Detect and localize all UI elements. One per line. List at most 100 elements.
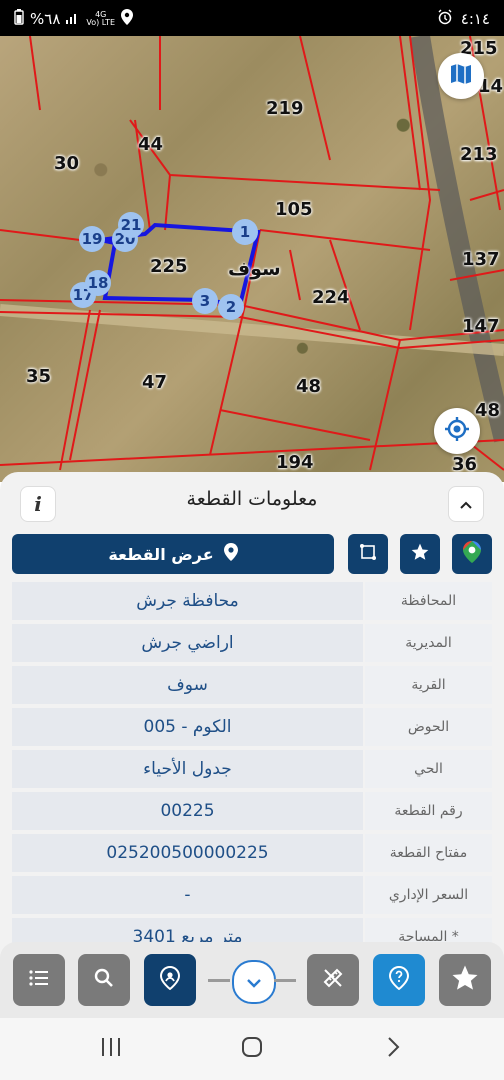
- home-button[interactable]: [237, 1036, 267, 1062]
- show-parcel-label: عرض القطعة: [108, 544, 214, 564]
- table-row: - السعر الإداري: [12, 874, 492, 916]
- vertex-marker[interactable]: 21: [118, 212, 144, 238]
- parcel-label: 213: [460, 144, 498, 165]
- show-parcel-button[interactable]: عرض القطعة: [12, 534, 334, 574]
- back-button[interactable]: [378, 1036, 408, 1062]
- handle-bar-left: [208, 979, 230, 982]
- parcel-label: 137: [462, 249, 500, 270]
- collapse-button[interactable]: [448, 486, 484, 522]
- table-row: سوف القرية: [12, 664, 492, 706]
- row-value: اراضي جرش: [12, 624, 363, 662]
- home-icon: [240, 1035, 264, 1063]
- recent-apps-button[interactable]: [96, 1036, 126, 1062]
- parcel-label: 48: [475, 400, 501, 421]
- chevron-right-icon: [385, 1036, 401, 1062]
- panel-title: معلومات القطعة: [186, 488, 318, 510]
- panel-header: i معلومات القطعة: [0, 472, 504, 530]
- system-nav-bar: [0, 1018, 504, 1080]
- row-label: مفتاح القطعة: [365, 834, 492, 872]
- row-label: المديرية: [365, 624, 492, 662]
- search-icon: [94, 968, 114, 992]
- location-search-button[interactable]: [144, 954, 196, 1006]
- chevron-up-icon: [459, 495, 473, 514]
- map-pin-icon: [223, 543, 238, 565]
- row-label: رقم القطعة: [365, 792, 492, 830]
- star-icon: [450, 963, 480, 997]
- parcel-label: 44: [138, 134, 164, 155]
- search-button[interactable]: [78, 954, 130, 1006]
- village-label: سوف: [228, 258, 281, 280]
- table-row: جدول الأحياء الحي: [12, 748, 492, 790]
- battery-icon: [14, 9, 24, 29]
- expand-toolbar-button[interactable]: [232, 960, 276, 1004]
- row-label: السعر الإداري: [365, 876, 492, 914]
- row-label: الحي: [365, 750, 492, 788]
- parcel-label: 147: [462, 316, 500, 337]
- google-maps-icon: [463, 541, 481, 567]
- vertex-marker[interactable]: 3: [192, 288, 218, 314]
- row-value: -: [12, 876, 363, 914]
- favorites-button[interactable]: [439, 954, 491, 1006]
- measure-button[interactable]: [307, 954, 359, 1006]
- status-left: %٦٨ 4G Vo) LTE: [14, 9, 134, 29]
- action-row: عرض القطعة: [12, 534, 492, 574]
- clock: ٤:١٤: [460, 10, 490, 28]
- row-value: محافظة جرش: [12, 582, 363, 620]
- location-icon: [121, 9, 134, 29]
- ruler-icon: [322, 967, 344, 993]
- parcel-label: 47: [142, 372, 168, 393]
- parcel-label: 225: [150, 256, 188, 277]
- map-layers-button[interactable]: [438, 53, 484, 99]
- help-pin-icon: [388, 965, 410, 994]
- bottom-toolbar: [0, 942, 504, 1018]
- row-value: سوف: [12, 666, 363, 704]
- parcel-label: 194: [276, 452, 314, 473]
- parcel-info-table: محافظة جرش المحافظة اراضي جرش المديرية س…: [12, 580, 492, 958]
- status-bar: %٦٨ 4G Vo) LTE ٤:١٤: [0, 0, 504, 36]
- vertex-marker[interactable]: 2: [218, 294, 244, 320]
- help-button[interactable]: [373, 954, 425, 1006]
- network-bottom: Vo) LTE: [86, 18, 116, 27]
- alarm-icon: [437, 9, 453, 29]
- handle-bar-right: [274, 979, 296, 982]
- row-value: الكوم - 005: [12, 708, 363, 746]
- my-location-icon: [444, 416, 470, 446]
- favorite-button[interactable]: [400, 534, 440, 574]
- parcel-label: 48: [296, 376, 322, 397]
- vertex-marker[interactable]: 18: [85, 270, 111, 296]
- table-row: اراضي جرش المديرية: [12, 622, 492, 664]
- row-label: الحوض: [365, 708, 492, 746]
- table-row: 025200500000225 مفتاح القطعة: [12, 832, 492, 874]
- row-label: المحافظة: [365, 582, 492, 620]
- parcel-label: 105: [275, 199, 313, 220]
- row-value: جدول الأحياء: [12, 750, 363, 788]
- list-icon: [28, 969, 50, 991]
- row-value: 025200500000225: [12, 834, 363, 872]
- info-button[interactable]: i: [20, 486, 56, 522]
- parcel-label: 224: [312, 287, 350, 308]
- table-row: 00225 رقم القطعة: [12, 790, 492, 832]
- list-button[interactable]: [13, 954, 65, 1006]
- crop-button[interactable]: [348, 534, 388, 574]
- chevron-down-icon: [246, 973, 262, 992]
- map-layers-icon: [449, 62, 473, 90]
- battery-percent: %٦٨: [30, 10, 61, 28]
- status-right: ٤:١٤: [437, 9, 490, 29]
- recent-apps-icon: [99, 1036, 123, 1062]
- my-location-button[interactable]: [434, 408, 480, 454]
- parcel-label: 35: [26, 366, 52, 387]
- network-indicator: 4G Vo) LTE: [86, 11, 115, 27]
- table-row: الكوم - 005 الحوض: [12, 706, 492, 748]
- crop-icon: [359, 543, 377, 565]
- parcel-label: 219: [266, 98, 304, 119]
- google-maps-button[interactable]: [452, 534, 492, 574]
- row-label: القرية: [365, 666, 492, 704]
- table-row: محافظة جرش المحافظة: [12, 580, 492, 622]
- parcel-label: 30: [54, 153, 80, 174]
- vertex-marker[interactable]: 1: [232, 219, 258, 245]
- signal-icon: [66, 10, 80, 28]
- vertex-marker[interactable]: 19: [79, 226, 105, 252]
- location-person-icon: [159, 965, 181, 994]
- row-value: 00225: [12, 792, 363, 830]
- satellite-map[interactable]: 215 14 219 44 30 213 105 137 225 224 147…: [0, 36, 504, 482]
